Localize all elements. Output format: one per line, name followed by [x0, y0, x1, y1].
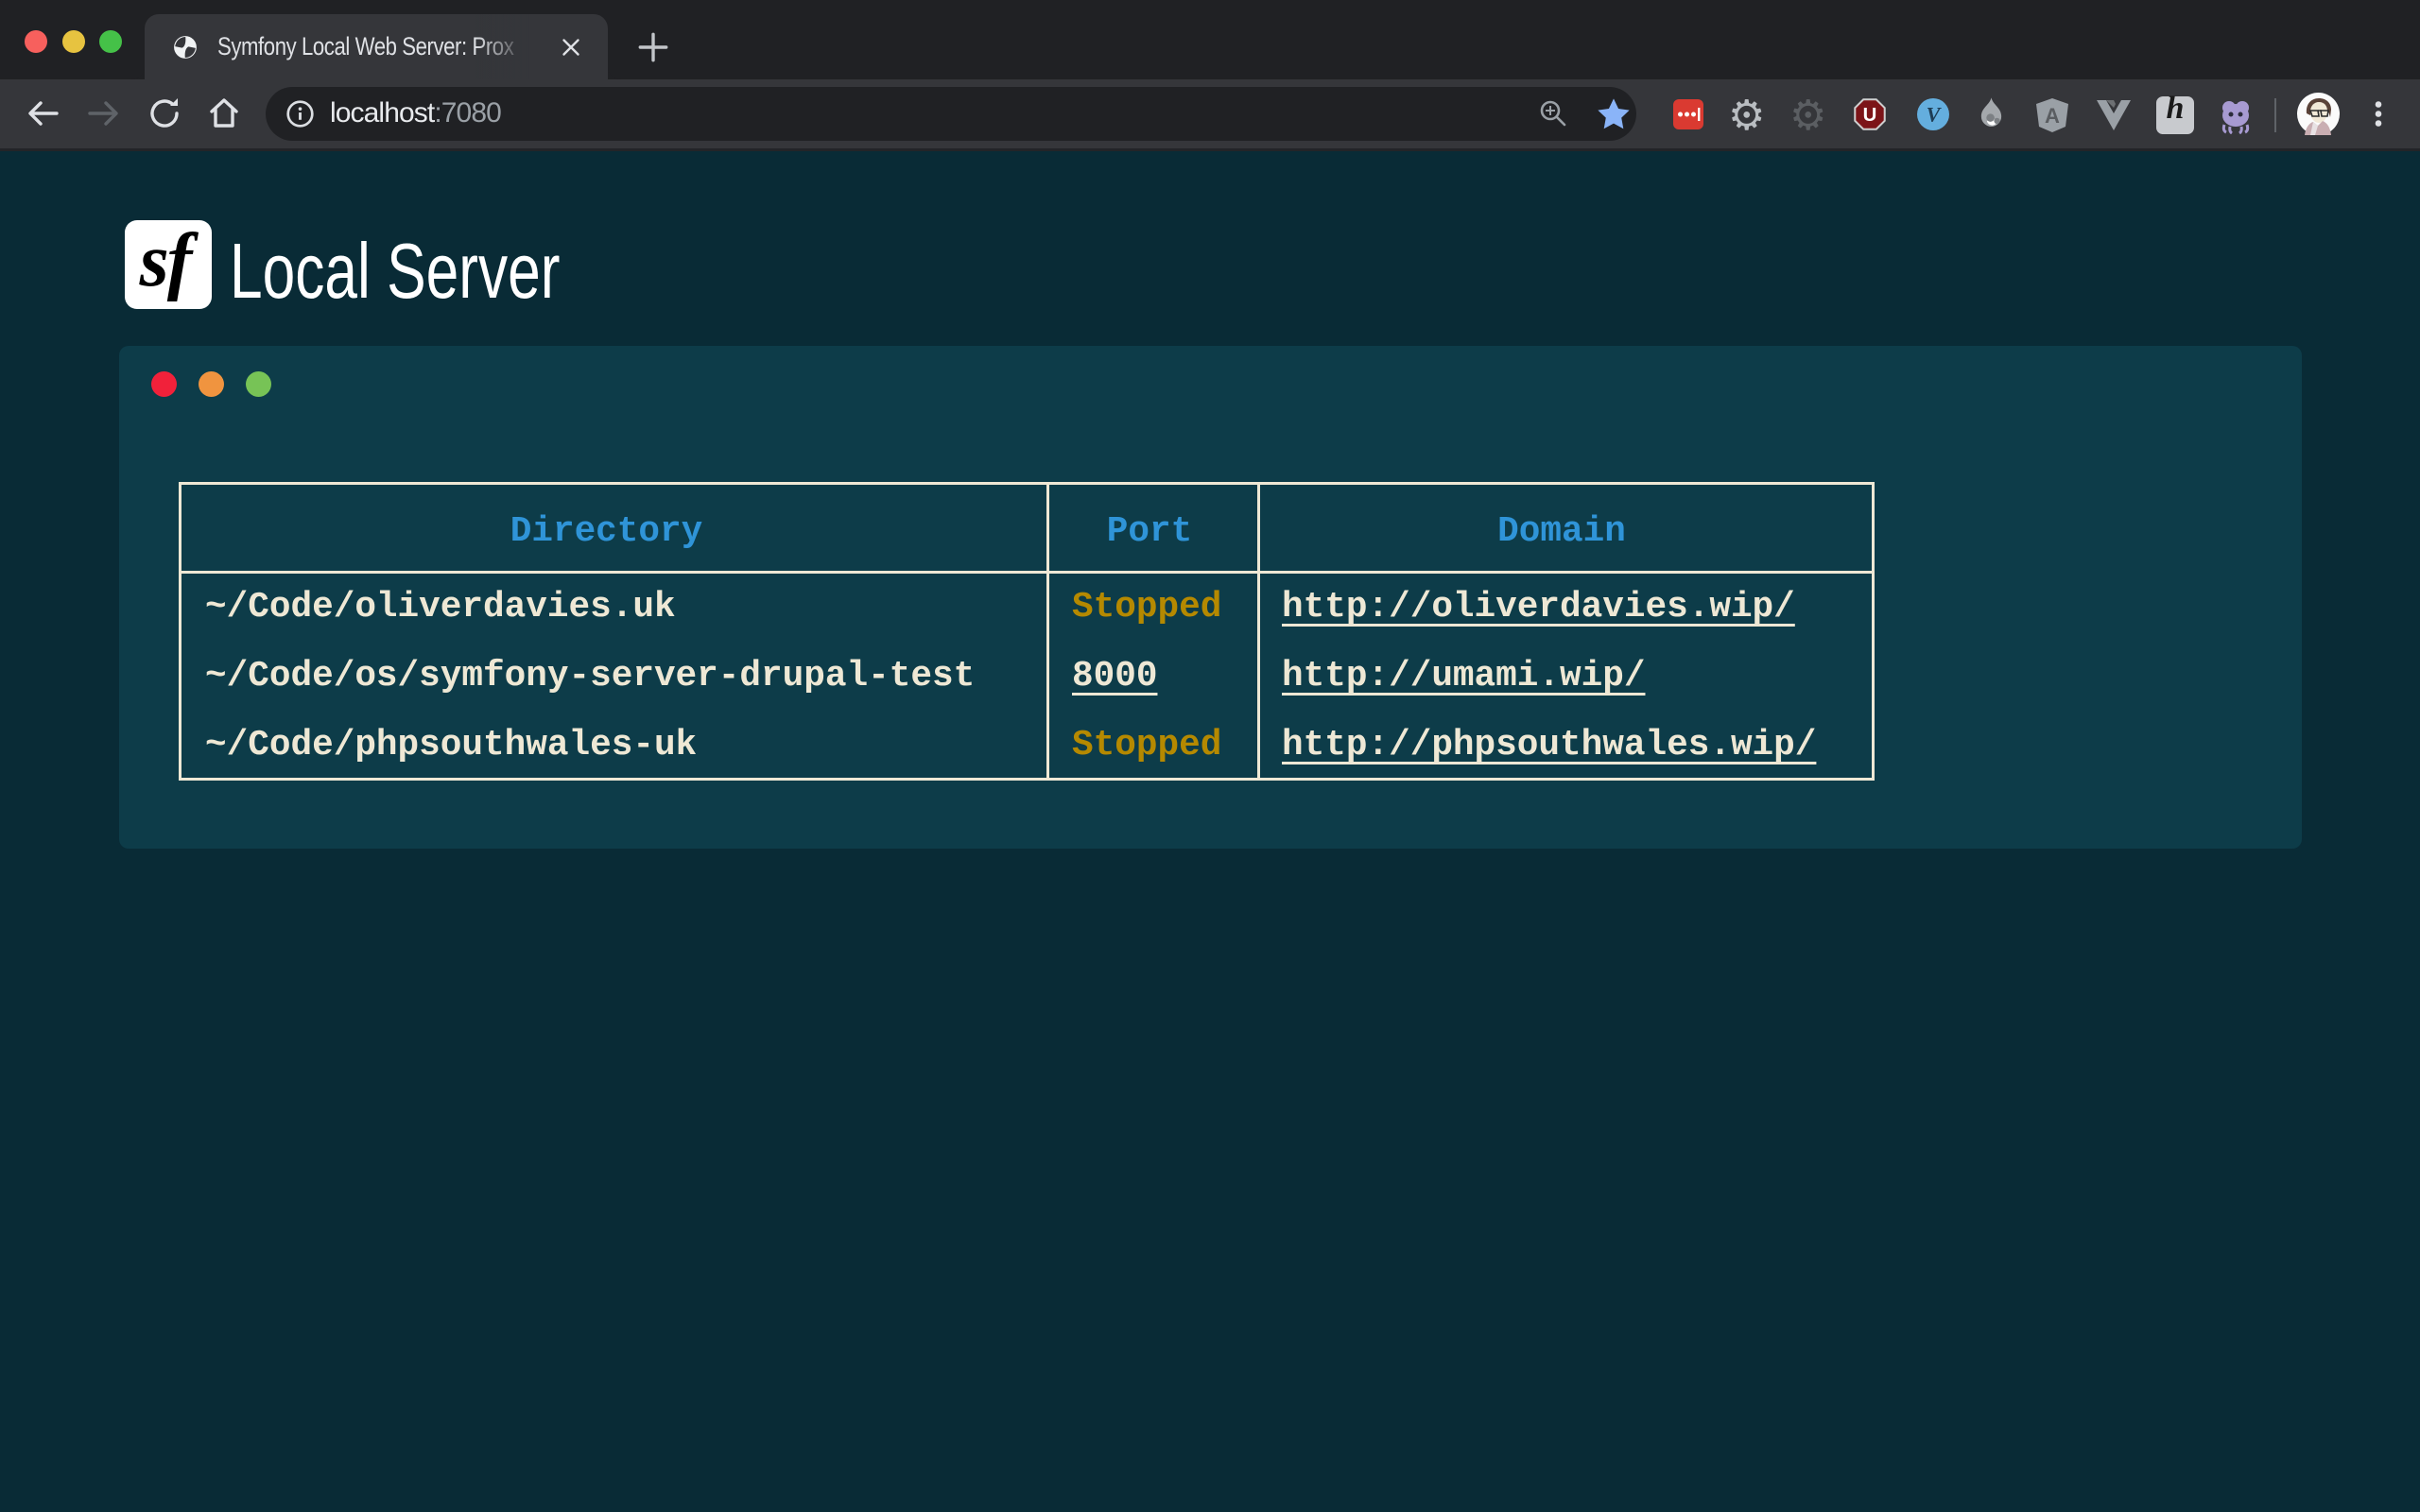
svg-text:A: A	[2045, 104, 2060, 128]
svg-text:U: U	[1863, 105, 1877, 126]
svg-text:V: V	[1927, 103, 1943, 127]
